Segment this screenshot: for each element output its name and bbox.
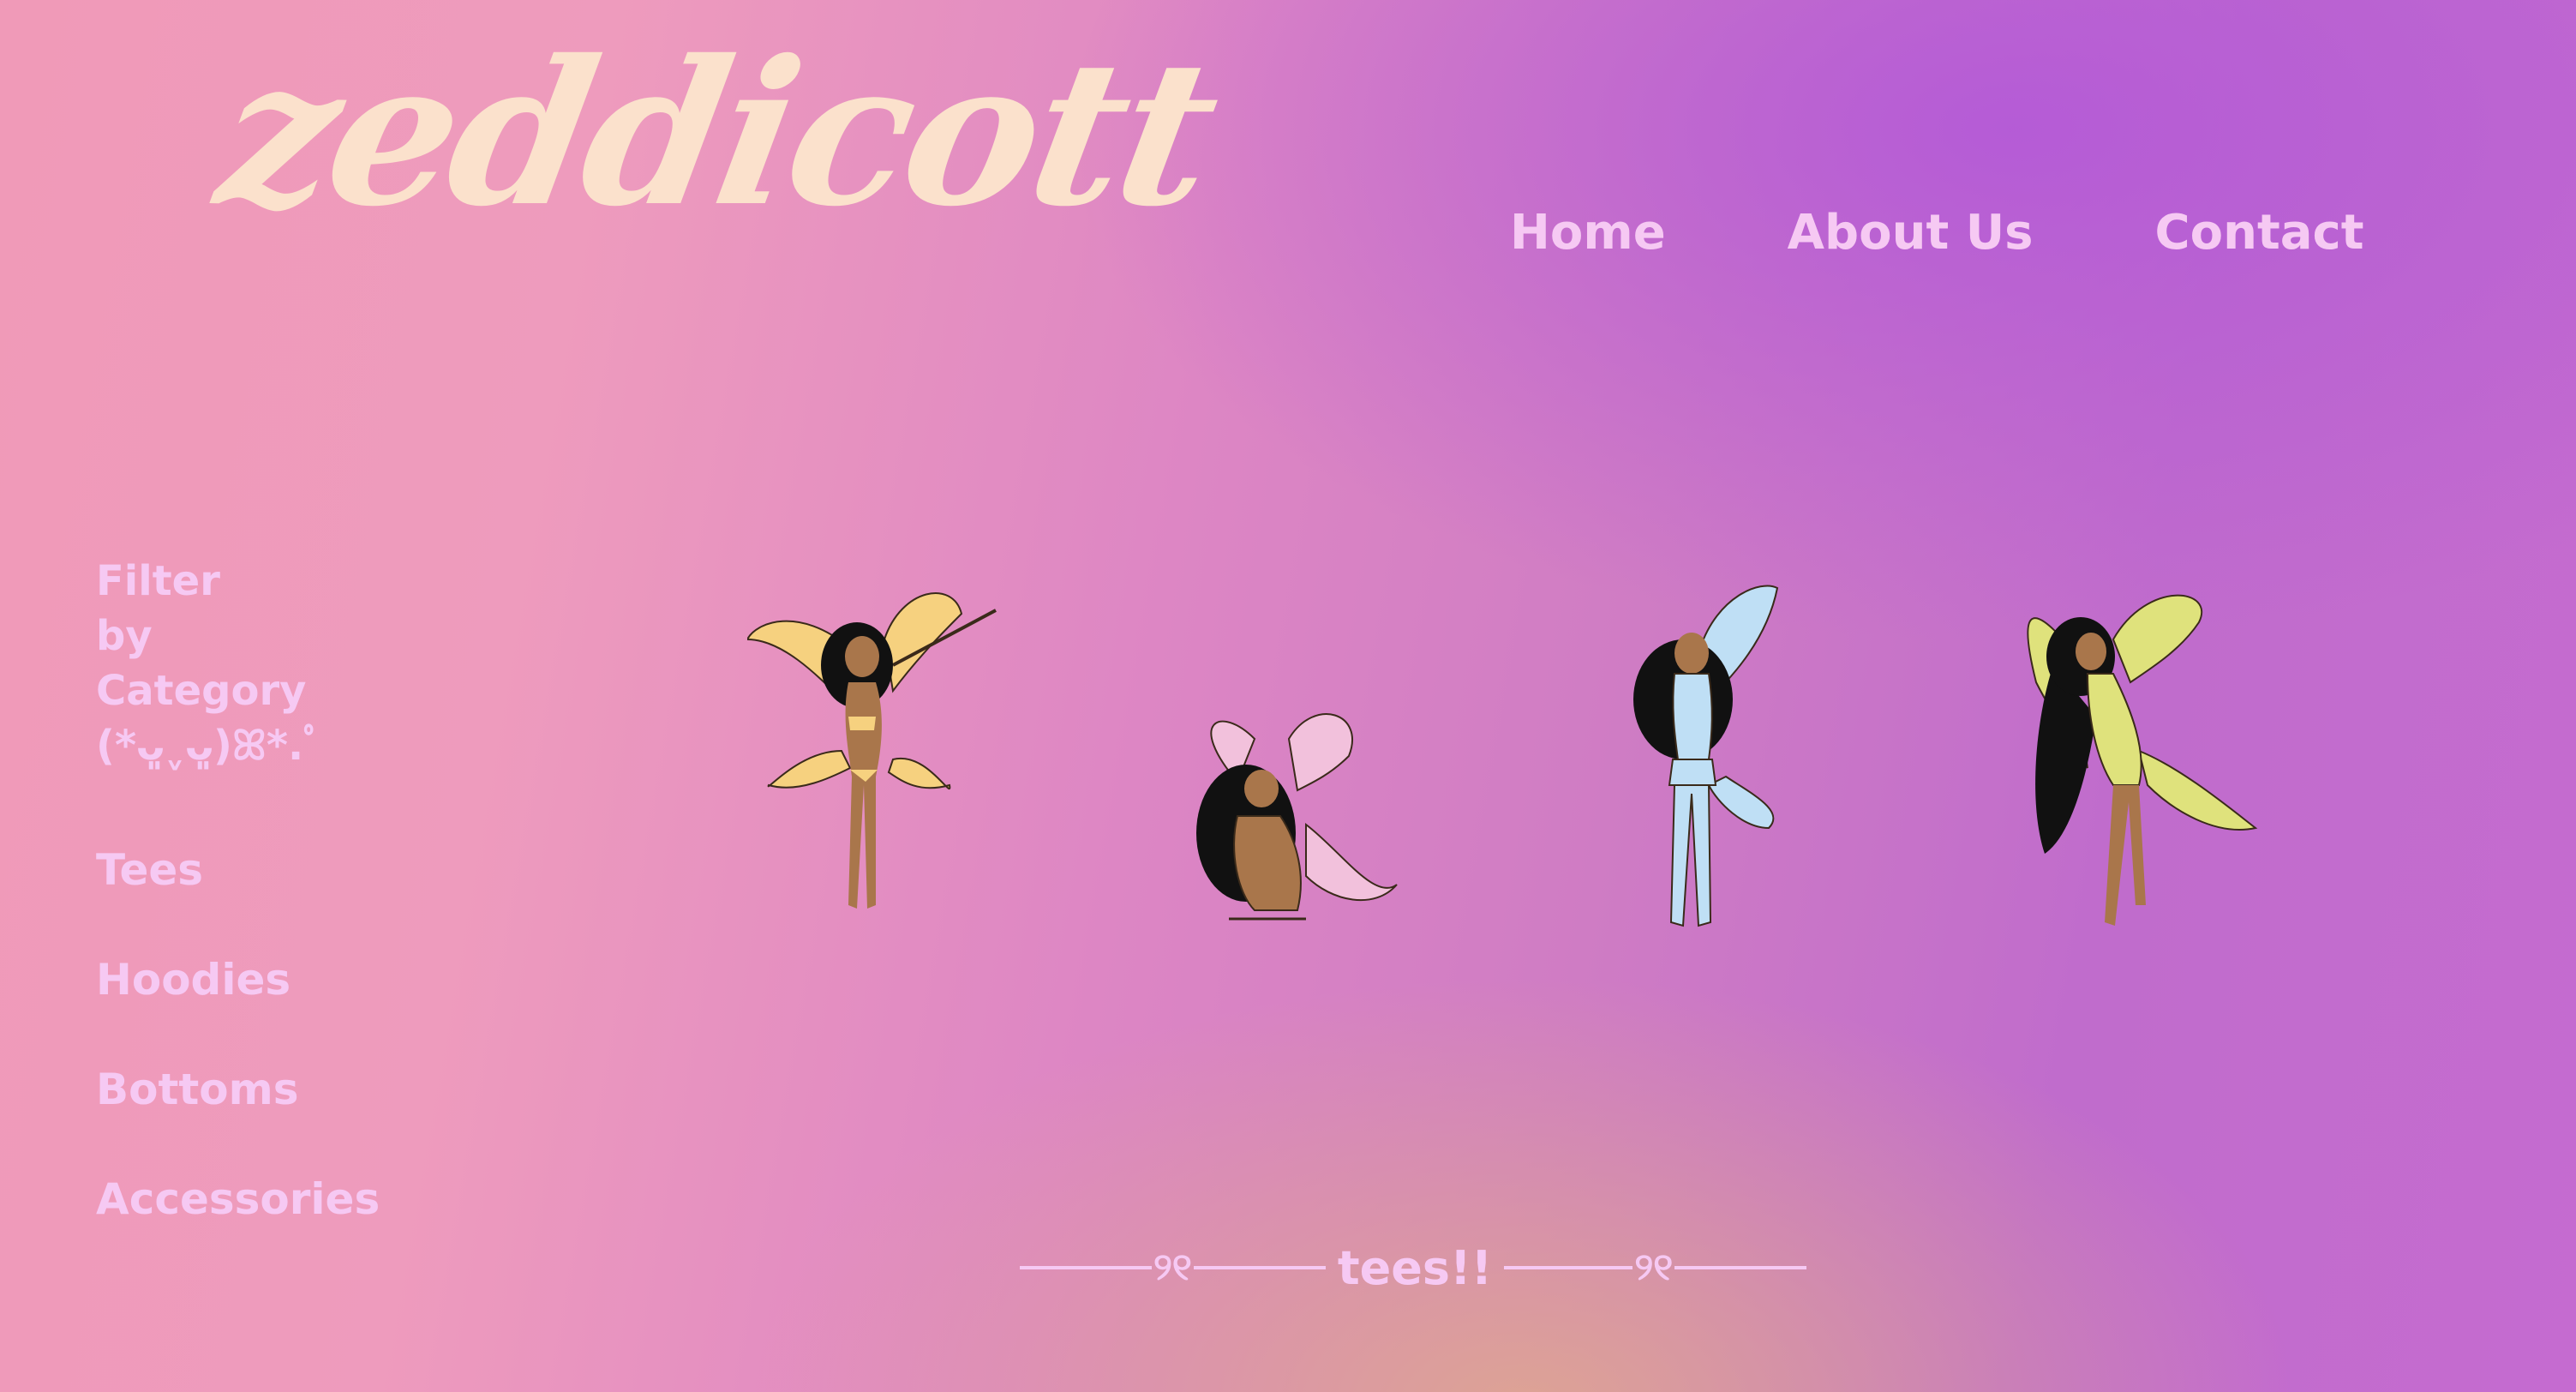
fairy-illustration-icon [2027,594,2258,926]
divider-rule [1193,1266,1326,1269]
bow-ornament-icon: ୨୧ [1153,1245,1192,1289]
product-fairy-blue[interactable] [1623,579,1798,931]
category-accessories-link[interactable]: Accessories [96,1178,380,1221]
filter-heading: Filter by Category (*ᴗ͈ˬᴗ͈)ꕤ*.ﾟ [96,554,379,773]
product-fairy-green[interactable] [2019,579,2259,931]
filter-heading-line: Category [96,667,307,715]
bow-ornament-icon: ୨୧ [1634,1245,1674,1289]
section-divider: ୨୧ tees!! ୨୧ [1020,1238,1807,1298]
filter-heading-kaomoji: (*ᴗ͈ˬᴗ͈)ꕤ*.ﾟ [96,722,325,770]
divider-rule [1504,1266,1633,1269]
product-fairy-yellow[interactable] [747,579,1001,931]
fairy-illustration-icon [1633,585,1779,927]
category-tees-link[interactable]: Tees [96,849,203,891]
logo[interactable]: zeddicott [204,16,1229,250]
nav-contact-link[interactable]: Contact [2155,209,2364,257]
category-hoodies-link[interactable]: Hoodies [96,958,291,1001]
divider-rule [1020,1266,1152,1269]
divider-rule [1674,1266,1807,1269]
product-fairy-pink[interactable] [1186,705,1402,931]
filter-heading-line: Filter [96,557,220,605]
nav-about-us-link[interactable]: About Us [1788,209,2034,257]
filter-heading-line: by [96,612,153,660]
nav-home-link[interactable]: Home [1510,209,1666,257]
category-bottoms-link[interactable]: Bottoms [96,1068,298,1111]
fairy-illustration-icon [1196,713,1398,921]
fairy-illustration-icon [747,592,997,909]
section-title: tees!! [1337,1240,1493,1295]
top-nav: Home About Us Contact [1510,209,2363,257]
